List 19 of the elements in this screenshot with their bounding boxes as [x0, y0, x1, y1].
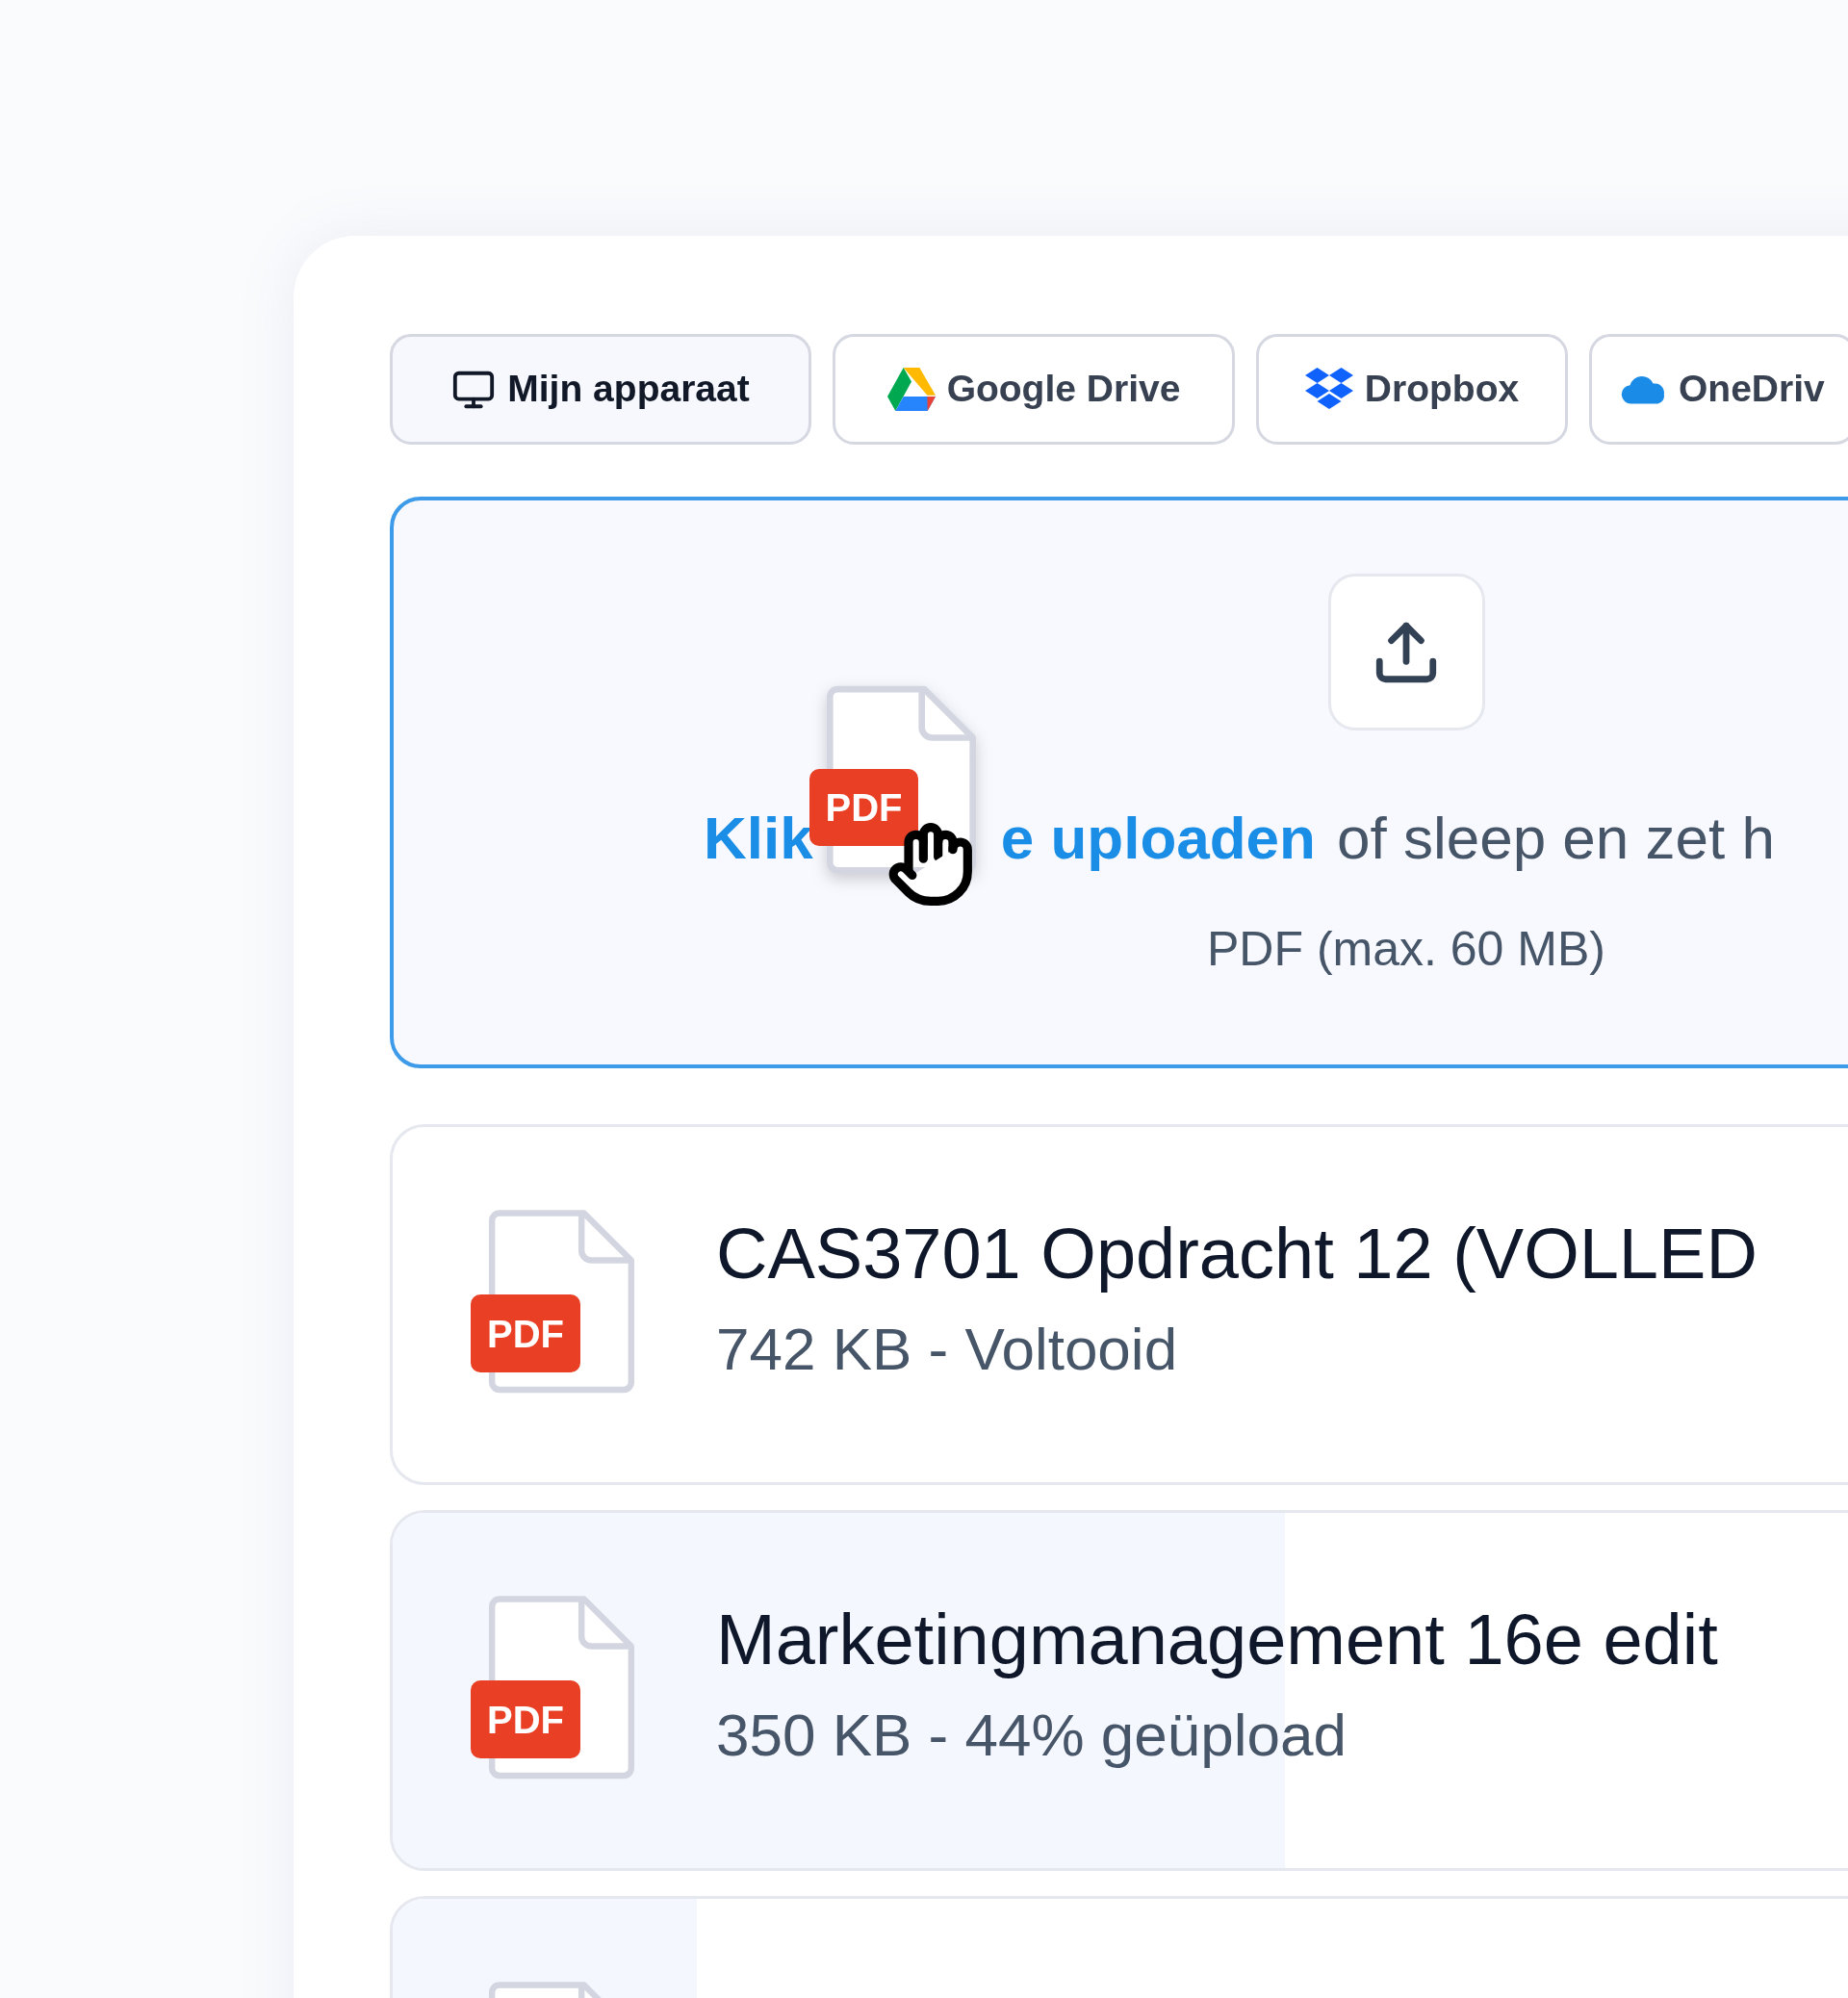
- file-type-tag: PDF: [471, 1680, 580, 1758]
- file-status: 350 KB - 44% geüpload: [716, 1701, 1348, 1770]
- file-name: Marketingmanagement 16e edit: [716, 1599, 1718, 1681]
- file-limit-hint: PDF (max. 60 MB): [1207, 921, 1605, 978]
- file-name: CAS3701 Opdracht 12 (VOLLED: [716, 1213, 1758, 1295]
- file-type-tag: PDF: [471, 1294, 580, 1372]
- source-tab[interactable]: Mijn apparaat: [390, 334, 811, 445]
- hand-cursor-icon: [886, 820, 975, 909]
- source-tab[interactable]: Google Drive: [833, 334, 1235, 445]
- dropbox-logo-icon: [1304, 367, 1353, 412]
- drop-instruction: of sleep en zet h: [1337, 804, 1775, 873]
- file-status: 742 KB - Voltooid: [716, 1315, 1179, 1384]
- cloud-logo-icon: [1621, 374, 1667, 404]
- file-type-tag: PDF: [809, 769, 918, 846]
- upload-button[interactable]: [1327, 574, 1485, 730]
- drop-zone[interactable]: Klik e uploaden of sleep en zet h PDF (max. 60 MB) PDF: [390, 497, 1848, 1068]
- source-tab[interactable]: OneDriv: [1589, 334, 1848, 445]
- source-tab[interactable]: Dropbox: [1256, 334, 1568, 445]
- drive-logo-icon: [886, 368, 936, 411]
